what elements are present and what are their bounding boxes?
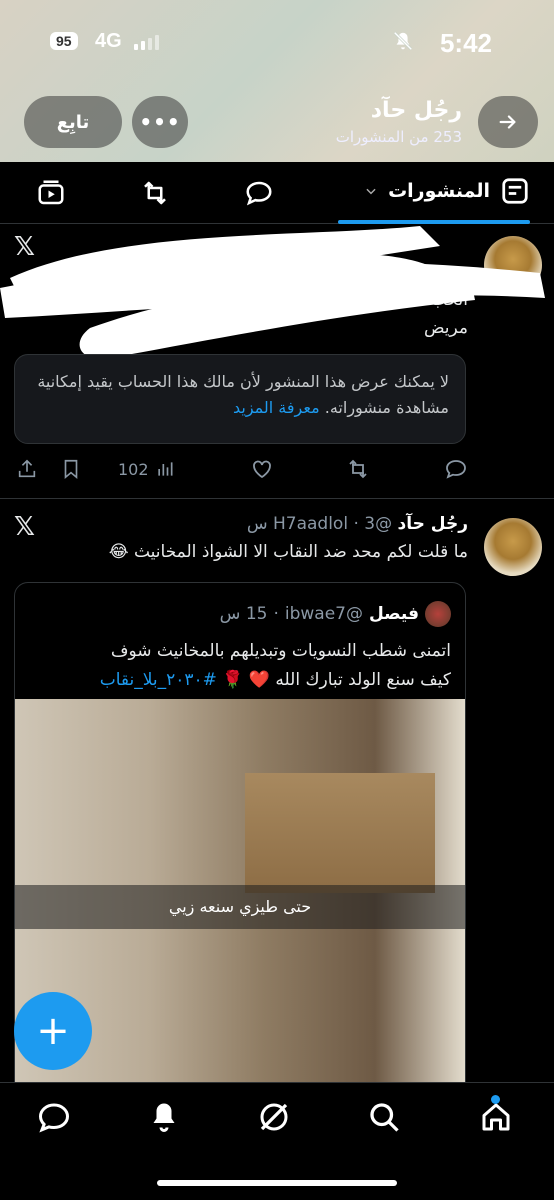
repost-icon xyxy=(349,459,367,479)
post-text: ما قلت لكم محد ضد النقاب الا الشواذ المخ… xyxy=(108,542,468,562)
search-icon[interactable] xyxy=(366,1099,402,1135)
home-indicator xyxy=(157,1180,397,1186)
post-handle[interactable]: @H7aadlol xyxy=(273,514,392,534)
quote-hashtag[interactable]: #٢٠٣٠_بلا_نقاب xyxy=(100,670,217,690)
post-divider xyxy=(0,498,554,499)
quote-header: فيصل @ibwae7 · 15 س xyxy=(220,601,451,627)
quote-handle: @ibwae7 xyxy=(284,604,363,624)
views-button[interactable]: 102 xyxy=(118,454,175,484)
posts-icon xyxy=(502,178,528,204)
quote-author: فيصل xyxy=(369,604,419,624)
follow-button[interactable]: تابِع xyxy=(24,96,122,148)
network-type: 4G xyxy=(95,30,122,52)
messages-icon[interactable] xyxy=(36,1099,72,1135)
quote-text-line1: اتمنى شطب النسويات وتبديلهم بالمخانيث شو… xyxy=(110,641,451,661)
tab-posts[interactable]: المنشورات xyxy=(364,176,530,206)
grok-icon[interactable] xyxy=(256,1099,292,1135)
mute-bell-icon xyxy=(393,31,413,51)
compose-button[interactable]: + xyxy=(14,992,92,1070)
tab-media-icon[interactable] xyxy=(36,178,66,208)
heart-icon xyxy=(253,460,271,479)
repost-button[interactable] xyxy=(346,454,370,484)
avatar[interactable] xyxy=(484,518,542,576)
views-count: 102 xyxy=(118,459,149,479)
tab-reposts-icon[interactable] xyxy=(140,178,170,208)
quote-text: اتمنى شطب النسويات وتبديلهم بالمخانيث شو… xyxy=(25,637,451,695)
x-logo-icon: 𝕏 xyxy=(14,512,35,542)
back-button[interactable] xyxy=(478,96,538,148)
battery-indicator: 95 xyxy=(50,32,78,50)
bookmark-icon xyxy=(64,459,78,480)
profile-post-count: 253 من المنشورات xyxy=(335,128,462,146)
quote-time: 15 س xyxy=(219,604,268,624)
quote-avatar xyxy=(425,601,451,627)
reply-icon xyxy=(446,460,466,479)
notifications-icon[interactable] xyxy=(146,1099,182,1135)
signal-icon xyxy=(134,34,164,50)
blocked-post-notice: لا يمكنك عرض هذا المنشور لأن مالك هذا ال… xyxy=(14,354,466,444)
share-button[interactable] xyxy=(16,454,38,484)
tab-posts-label: المنشورات xyxy=(388,180,490,202)
bookmark-button[interactable] xyxy=(60,454,82,484)
quote-text-line2: كيف سنع الولد تبارك الله ❤️ 🌹 xyxy=(216,670,451,690)
clock: 5:42 xyxy=(439,28,492,58)
tab-replies-icon[interactable] xyxy=(244,178,274,208)
chevron-down-icon xyxy=(366,188,376,195)
status-bar: 95 4G 5:42 xyxy=(0,0,554,84)
video-caption: حتى طيزي سنعه زيي xyxy=(15,885,465,929)
post-author[interactable]: رجُل حآد xyxy=(398,514,469,534)
home-icon[interactable] xyxy=(478,1099,514,1135)
profile-tabs: المنشورات xyxy=(0,162,554,224)
reply-button[interactable] xyxy=(444,454,468,484)
share-icon xyxy=(18,459,36,478)
video-background xyxy=(245,773,435,893)
home-notification-dot xyxy=(491,1095,500,1104)
post-actions: 102 xyxy=(0,454,554,484)
arrow-icon xyxy=(499,115,516,129)
profile-name: رجُل حآد xyxy=(370,98,462,123)
like-button[interactable] xyxy=(250,454,274,484)
post-header: رجُل حآد @H7aadlol · 3 س xyxy=(246,514,469,534)
learn-more-link[interactable]: معرفة المزيد xyxy=(233,398,320,417)
more-options-button[interactable]: ••• xyxy=(132,96,188,148)
views-icon xyxy=(157,462,173,476)
